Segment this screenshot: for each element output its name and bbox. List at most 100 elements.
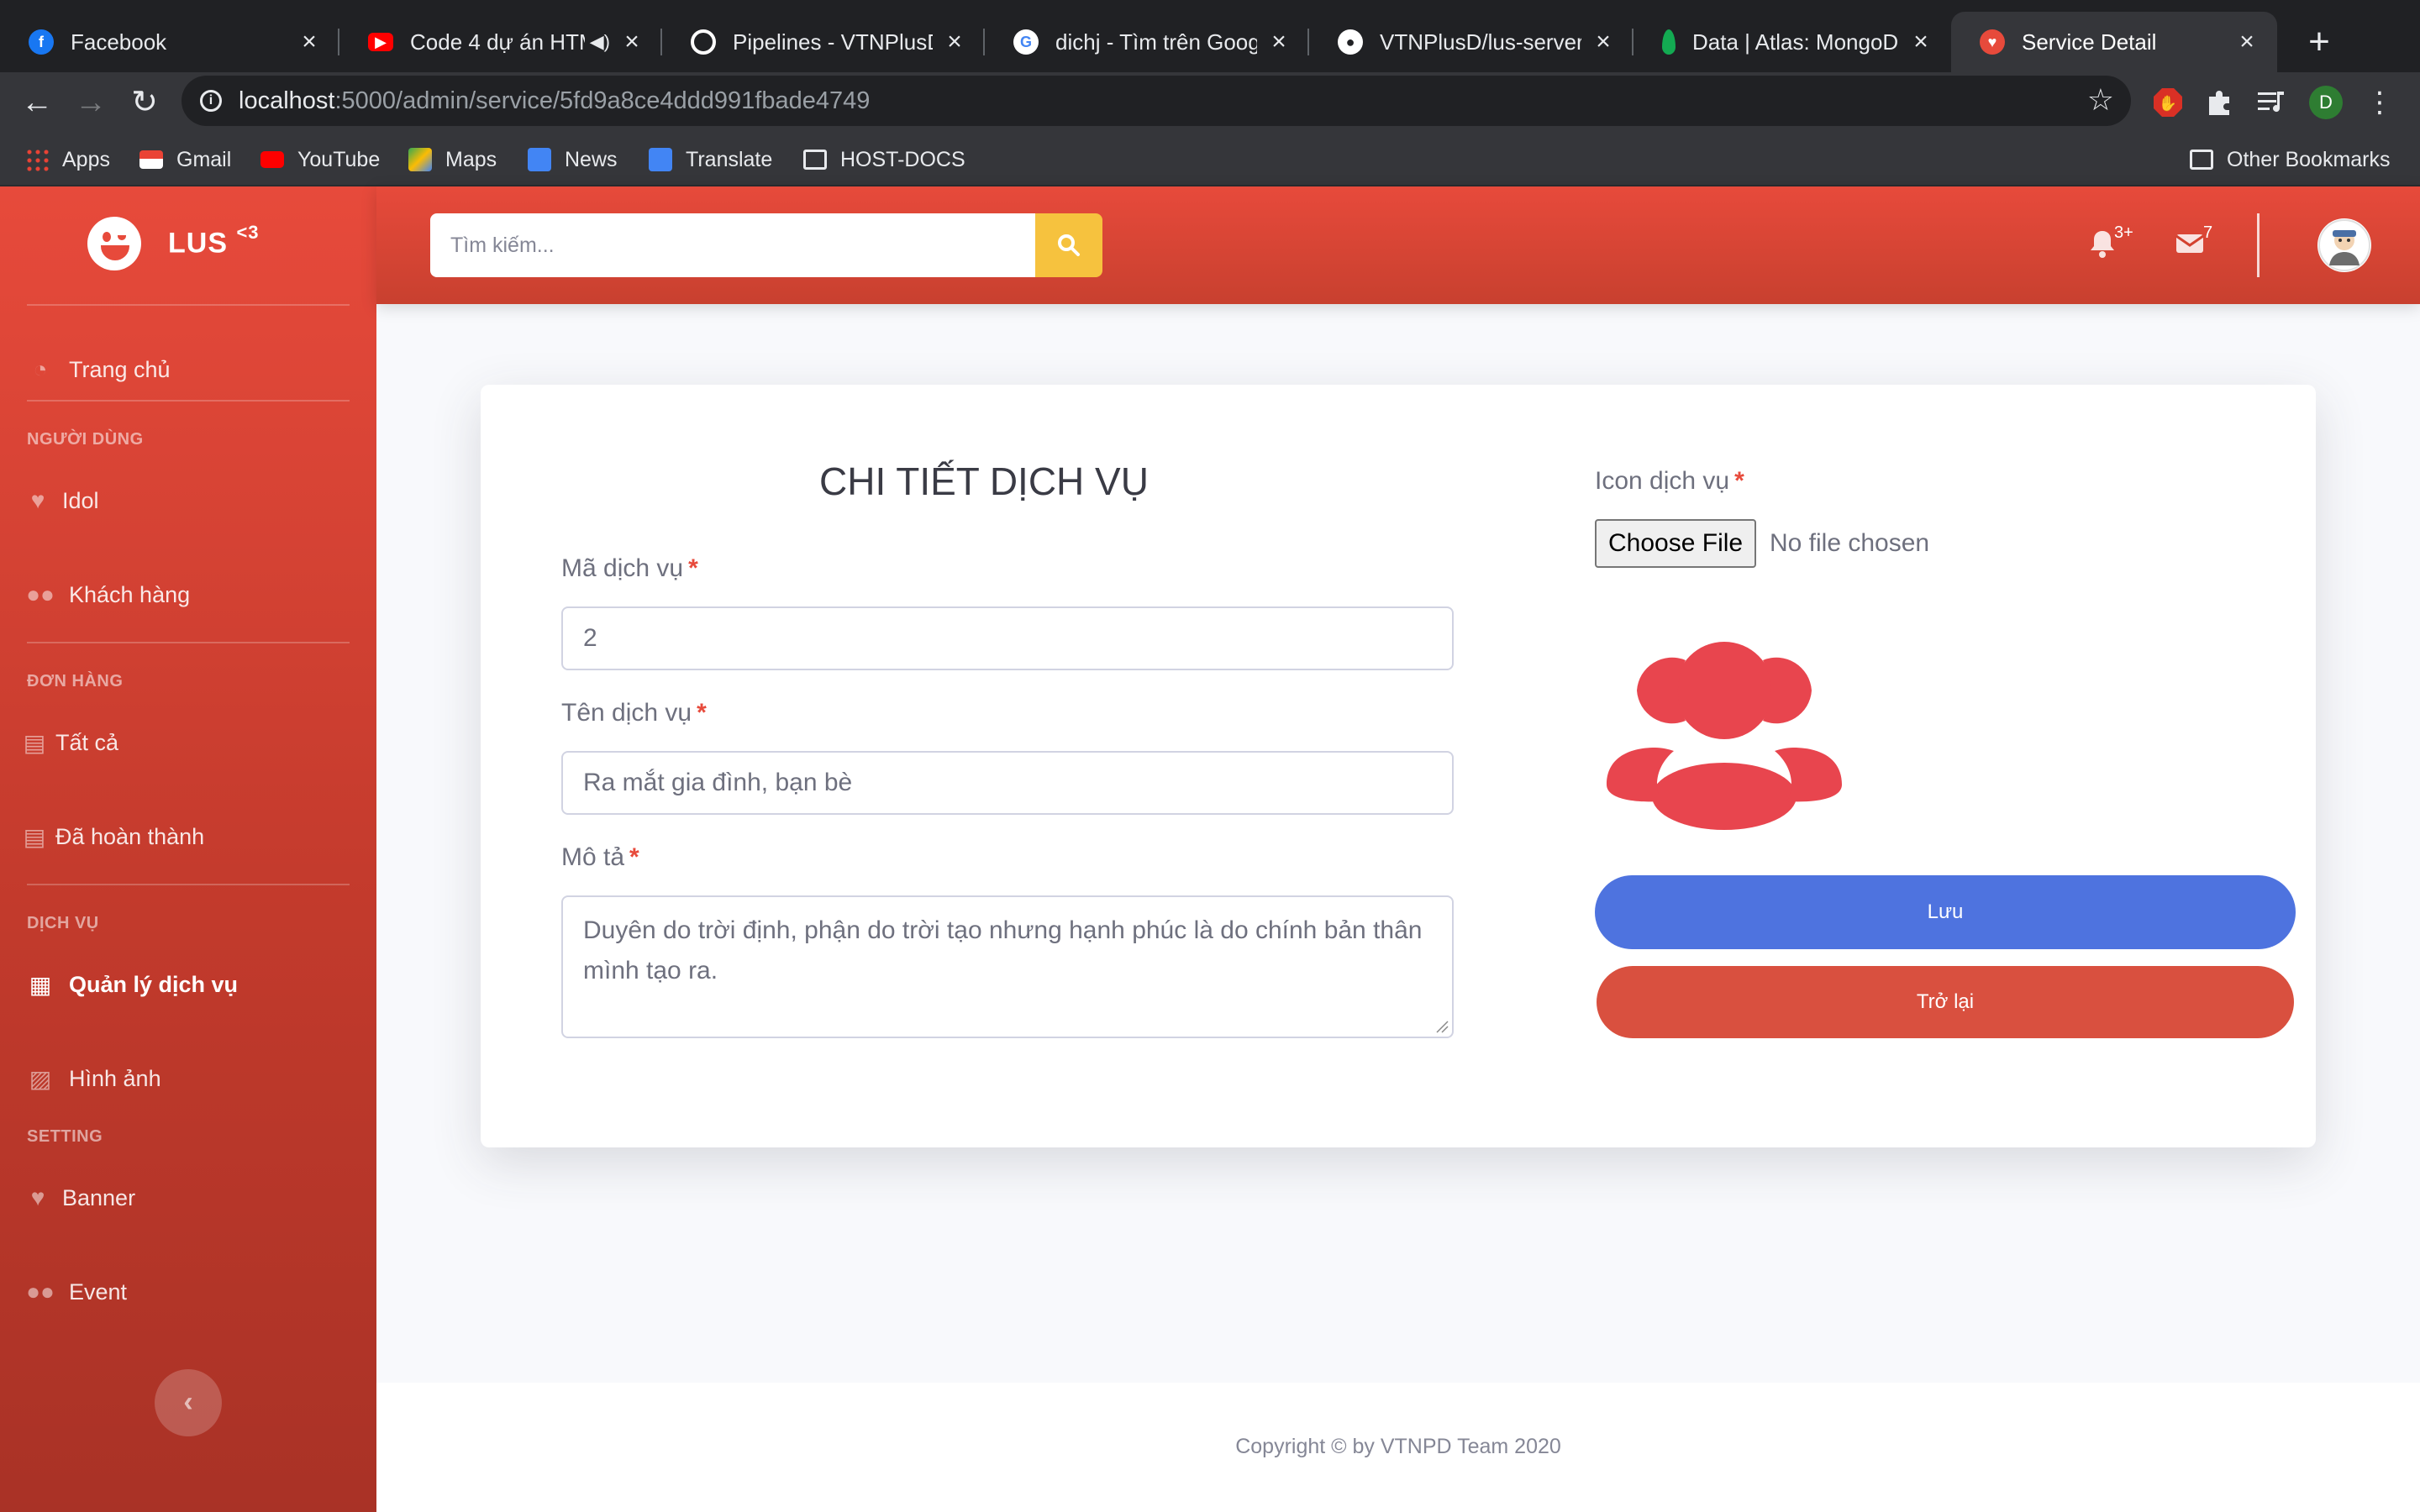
menu-kebab-icon[interactable]: ⋮ — [2360, 82, 2400, 123]
back-arrow-icon[interactable]: ← — [15, 81, 59, 124]
close-icon[interactable]: × — [2235, 28, 2259, 56]
site-info-icon[interactable]: i — [200, 90, 222, 112]
sidebar-item-label: Hình ảnh — [69, 1065, 161, 1091]
bookmark-news[interactable]: News — [528, 144, 618, 175]
folder-icon — [2190, 150, 2213, 170]
required-mark: * — [688, 554, 698, 582]
required-mark: * — [1734, 467, 1744, 495]
bookmark-youtube[interactable]: YouTube — [260, 144, 380, 175]
sidebar-item-customers[interactable]: ●● Khách hàng — [26, 578, 191, 612]
svg-text:✋: ✋ — [2159, 94, 2177, 113]
bookmark-other-bookmarks[interactable]: Other Bookmarks — [2190, 144, 2391, 175]
close-icon[interactable]: × — [1267, 28, 1291, 56]
bell-icon — [2091, 231, 2114, 258]
sidebar-heading-orders: ĐƠN HÀNG — [27, 672, 124, 690]
sidebar-heading-setting: SETTING — [27, 1127, 103, 1146]
tab-title: VTNPlusD/lus-server — [1380, 29, 1581, 55]
speaker-icon[interactable]: ◀) — [590, 31, 610, 53]
sidebar-item-label: Tất cả — [55, 729, 119, 755]
close-icon[interactable]: × — [1909, 28, 1933, 56]
browser-tab-mongodb[interactable]: Data | Atlas: MongoDB × — [1634, 12, 1951, 72]
sidebar-item-idol[interactable]: ♥ Idol — [27, 484, 99, 517]
reload-icon[interactable]: ↻ — [123, 81, 166, 124]
maps-icon — [408, 148, 432, 171]
close-icon[interactable]: × — [943, 28, 966, 56]
browser-tab-google[interactable]: G dichj - Tìm trên Google × — [985, 12, 1309, 72]
images-icon: ▨ — [29, 1065, 52, 1092]
forward-arrow-icon[interactable]: → — [69, 81, 113, 124]
required-mark: * — [629, 843, 639, 871]
bookmark-gmail[interactable]: Gmail — [139, 144, 231, 175]
user-avatar[interactable] — [2317, 218, 2371, 272]
sidebar-item-images[interactable]: ▨ Hình ảnh — [27, 1062, 161, 1095]
google-icon: G — [1013, 29, 1039, 55]
sidebar-item-manage-services[interactable]: ▦ Quản lý dịch vụ — [27, 968, 238, 1001]
github-icon: ● — [1338, 29, 1363, 55]
laugh-wink-icon — [87, 217, 141, 270]
sidebar-item-banner[interactable]: ♥ Banner — [27, 1181, 135, 1215]
sidebar-divider — [27, 304, 350, 306]
browser-tab-bar: f Facebook × ▶ Code 4 dự án HTM ◀) × Pip… — [0, 0, 2420, 84]
sidebar-item-label: Quản lý dịch vụ — [69, 971, 239, 997]
service-icon-label: Icon dịch vụ * — [1595, 467, 1744, 495]
close-icon[interactable]: × — [620, 28, 644, 56]
resize-handle-icon[interactable] — [1435, 1020, 1449, 1033]
brand-name: LUS <3 — [168, 222, 260, 260]
service-detail-card: CHI TIẾT DỊCH VỤ Mã dịch vụ * 2 Tên dịch … — [481, 385, 2316, 1147]
news-icon — [528, 148, 551, 171]
profile-avatar[interactable]: D — [2306, 82, 2346, 123]
browser-tab-youtube[interactable]: ▶ Code 4 dự án HTM ◀) × — [339, 12, 662, 72]
topbar: 3+ 7 — [376, 186, 2420, 304]
bookmark-translate[interactable]: Translate — [649, 144, 772, 175]
service-code-input[interactable]: 2 — [561, 606, 1454, 670]
browser-toolbar: ← → ↻ i localhost:5000/admin/service/5fd… — [0, 72, 2420, 133]
url-path: :5000/admin/service/5fd9a8ce4ddd991fbade… — [334, 87, 871, 114]
address-bar[interactable]: i localhost:5000/admin/service/5fd9a8ce4… — [182, 76, 2131, 126]
bookmark-star-icon[interactable]: ☆ — [2087, 82, 2114, 118]
search-input[interactable] — [430, 213, 1035, 277]
search-button[interactable] — [1035, 213, 1102, 277]
browser-tab-facebook[interactable]: f Facebook × — [0, 12, 339, 72]
tab-title: Code 4 dự án HTM — [410, 29, 585, 55]
browser-tab-pipelines[interactable]: Pipelines - VTNPlusD/ × — [662, 12, 985, 72]
azure-pipelines-icon — [691, 29, 716, 55]
sidebar-toggle-button[interactable]: ‹ — [155, 1369, 222, 1436]
new-tab-button[interactable]: + — [2296, 20, 2343, 67]
sidebar-item-label: Khách hàng — [69, 581, 191, 607]
sidebar-item-label: Trang chủ — [69, 356, 171, 382]
sidebar-item-event[interactable]: ●● Event — [26, 1275, 127, 1309]
bookmark-apps[interactable]: Apps — [25, 144, 110, 175]
heartbeat-icon: ♥ — [30, 487, 45, 513]
close-icon[interactable]: × — [1591, 28, 1615, 56]
bookmark-host-docs[interactable]: HOST-DOCS — [803, 144, 965, 175]
browser-tab-github[interactable]: ● VTNPlusD/lus-server × — [1309, 12, 1634, 72]
close-icon[interactable]: × — [297, 28, 321, 56]
extensions-puzzle-icon[interactable] — [2200, 82, 2240, 123]
sidebar-item-label: Idol — [62, 487, 99, 513]
description-textarea[interactable]: Duyên do trời định, phận do trời tạo như… — [561, 895, 1454, 1038]
bookmark-maps[interactable]: Maps — [408, 144, 497, 175]
sidebar-item-label: Đã hoàn thành — [55, 823, 205, 849]
tab-title: Pipelines - VTNPlusD/ — [733, 29, 933, 55]
save-button[interactable]: Lưu — [1595, 875, 2296, 949]
sidebar-heading-users: NGƯỜI DÙNG — [27, 430, 144, 449]
choose-file-button[interactable]: Choose File — [1595, 519, 1757, 568]
back-button[interactable]: Trở lại — [1597, 966, 2294, 1038]
sidebar-divider — [27, 884, 350, 885]
sidebar-item-all-orders[interactable]: ▤ Tất cả — [24, 726, 119, 759]
sidebar-item-completed-orders[interactable]: ▤ Đã hoàn thành — [24, 820, 205, 853]
extension-stop-icon[interactable]: ✋ — [2148, 82, 2188, 123]
file-status-text: No file chosen — [1770, 529, 1930, 557]
description-text: Duyên do trời định, phận do trời tạo như… — [583, 916, 1423, 984]
page-title: CHI TIẾT DỊCH VỤ — [819, 459, 1149, 503]
reading-list-icon[interactable] — [2252, 82, 2292, 123]
brand-link[interactable]: LUS <3 — [0, 186, 376, 304]
service-name-input[interactable]: Ra mắt gia đình, bạn bè — [561, 751, 1454, 815]
apps-grid-icon — [25, 148, 49, 171]
required-mark: * — [697, 699, 707, 727]
sidebar-item-home[interactable]: ◔ Trang chủ — [27, 353, 171, 386]
translate-icon — [649, 148, 672, 171]
table-icon: ▦ — [29, 971, 52, 998]
users-icon: ●● — [26, 1278, 55, 1305]
sidebar-heading-services: DỊCH VỤ — [27, 914, 99, 932]
